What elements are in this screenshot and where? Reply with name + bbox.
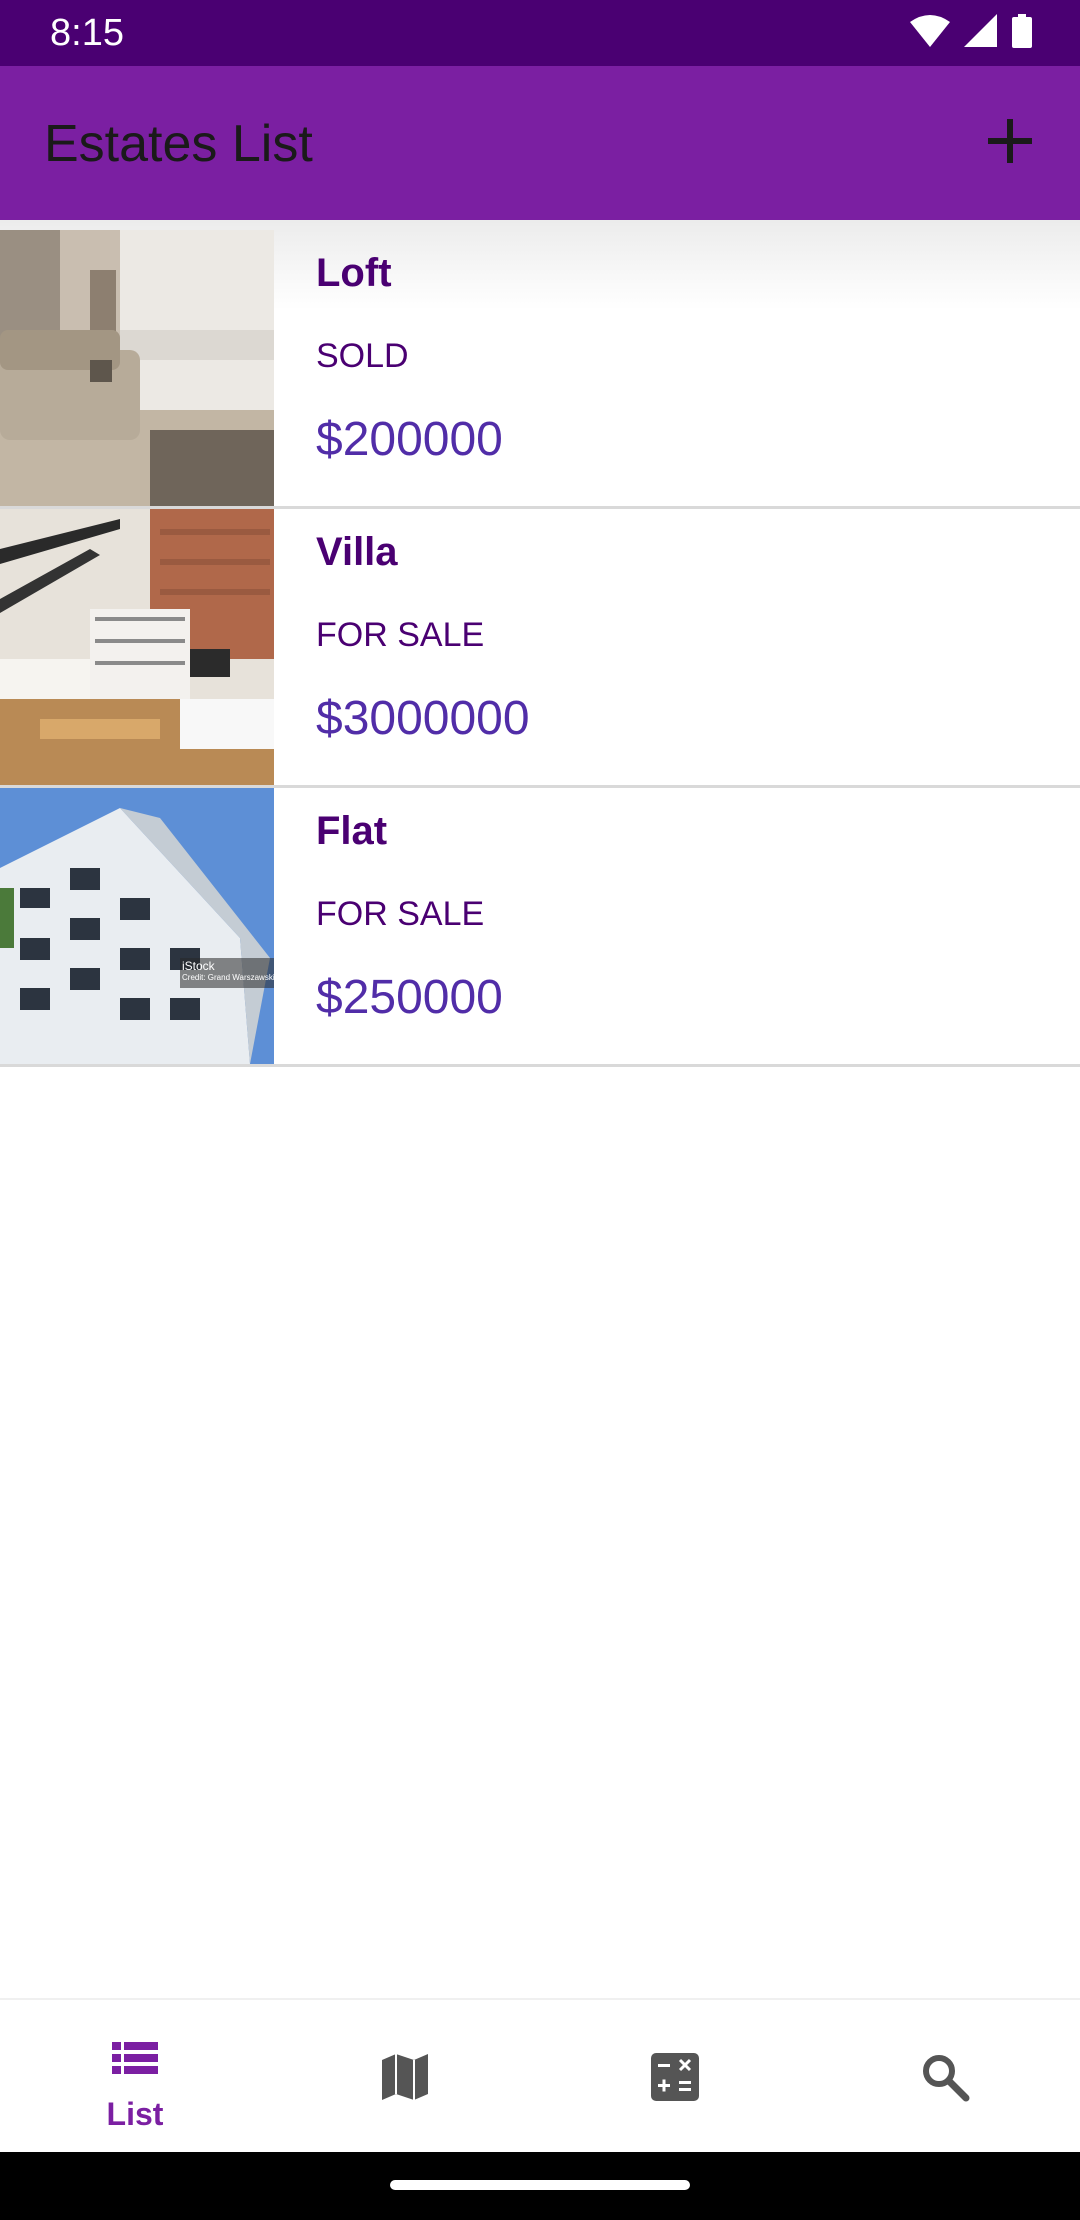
wifi-icon bbox=[910, 15, 950, 47]
estate-name: Flat bbox=[316, 809, 388, 853]
list-icon bbox=[112, 2042, 158, 2074]
bottom-navigation: List bbox=[0, 1998, 1080, 2154]
estate-status: FOR SALE bbox=[316, 895, 485, 933]
estate-name: Loft bbox=[316, 251, 392, 295]
map-icon bbox=[382, 2054, 428, 2100]
estate-price: $3000000 bbox=[316, 692, 530, 745]
tab-list[interactable]: List bbox=[0, 2000, 270, 2154]
tab-map[interactable] bbox=[270, 2000, 540, 2154]
status-bar: 8:15 bbox=[0, 0, 1080, 66]
tab-search[interactable] bbox=[810, 2000, 1080, 2154]
estate-price: $200000 bbox=[316, 413, 503, 466]
estate-name: Villa bbox=[316, 530, 398, 574]
status-time: 8:15 bbox=[50, 12, 124, 54]
home-gesture-handle[interactable] bbox=[390, 2180, 690, 2190]
estate-item-villa[interactable]: Villa FOR SALE $3000000 bbox=[0, 509, 1080, 788]
estate-photo bbox=[0, 230, 274, 506]
app-bar: Estates List bbox=[0, 66, 1080, 220]
cell-signal-icon bbox=[964, 14, 997, 47]
watermark-brand: iStock bbox=[182, 960, 215, 973]
add-button[interactable] bbox=[982, 112, 1042, 172]
battery-icon bbox=[1012, 14, 1032, 48]
estate-photo bbox=[0, 509, 274, 785]
status-icons bbox=[910, 14, 1032, 48]
estate-photo: iStock Credit: Grand Warszawski bbox=[0, 788, 274, 1064]
estates-list: Loft SOLD $200000 Villa FOR SALE $300000… bbox=[0, 230, 1080, 1067]
estate-item-flat[interactable]: iStock Credit: Grand Warszawski Flat FOR… bbox=[0, 788, 1080, 1067]
system-navigation-bar bbox=[0, 2152, 1080, 2220]
estate-status: SOLD bbox=[316, 337, 409, 375]
tab-list-label: List bbox=[106, 2096, 164, 2132]
search-icon bbox=[923, 2055, 970, 2102]
photo-watermark: iStock Credit: Grand Warszawski bbox=[182, 960, 274, 983]
estate-price: $250000 bbox=[316, 971, 503, 1024]
tab-calculator[interactable] bbox=[540, 2000, 810, 2154]
watermark-credit: Credit: Grand Warszawski bbox=[182, 973, 274, 982]
calculator-icon bbox=[651, 2053, 699, 2101]
estate-status: FOR SALE bbox=[316, 616, 485, 654]
estate-item-loft[interactable]: Loft SOLD $200000 bbox=[0, 230, 1080, 509]
page-title: Estates List bbox=[44, 115, 313, 173]
